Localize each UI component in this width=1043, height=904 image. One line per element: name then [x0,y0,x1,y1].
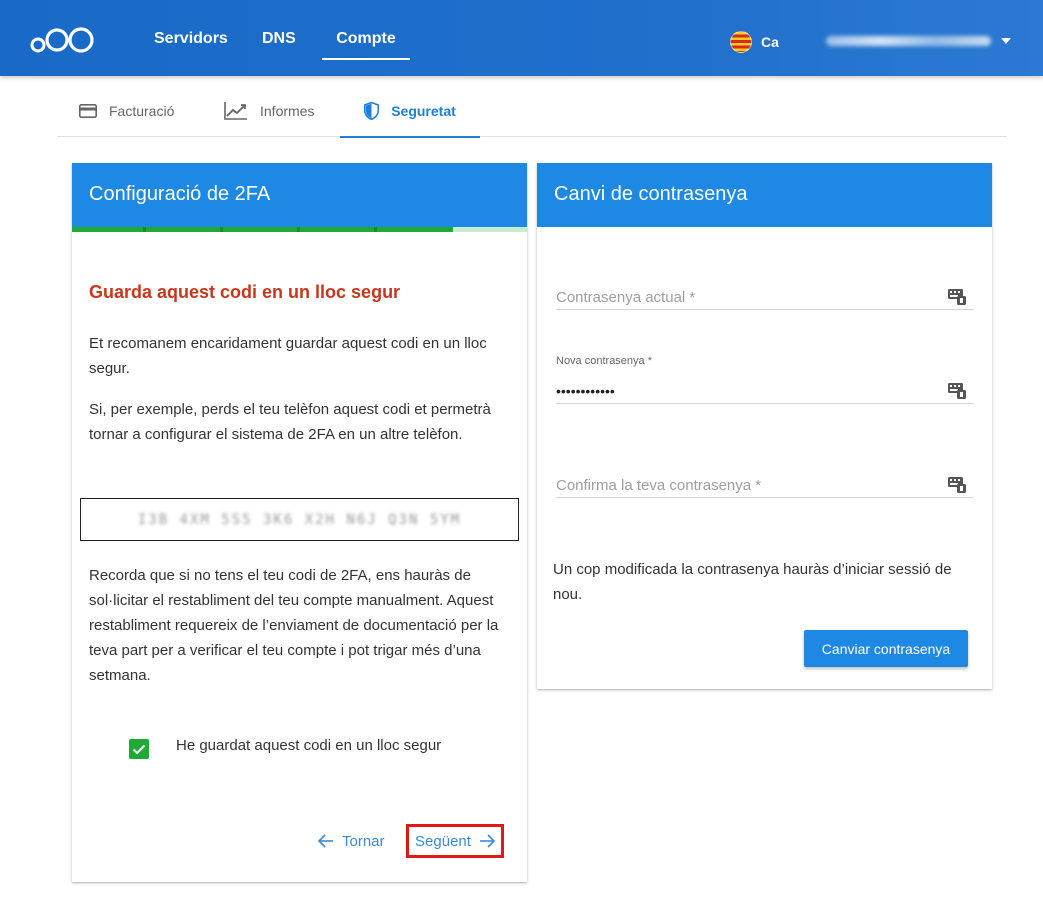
trending-chart-icon [224,101,247,120]
next-button[interactable]: Següent [406,824,504,858]
back-button[interactable]: Tornar [318,830,385,852]
tab-seguretat[interactable]: Seguretat [340,84,480,138]
new-password-field[interactable] [556,374,974,404]
language-label: Ca [761,34,779,50]
new-password-label: Nova contrasenya * [556,355,652,367]
current-password-field[interactable] [556,280,974,310]
twofa-progress-bar [72,227,527,232]
recommendation-text: Et recomanem encaridament guardar aquest… [89,335,487,377]
password-manager-icon[interactable] [948,383,966,399]
progress-step [146,227,220,232]
change-password-button[interactable]: Canviar contrasenya [804,630,968,667]
catalan-flag-icon [730,31,752,53]
saved-code-checkbox-row[interactable]: He guardat aquest codi en un lloc segur [129,736,442,759]
tab-informes[interactable]: Informes [224,84,314,137]
tab-seguretat-label: Seguretat [391,102,456,119]
password-card-title: Canvi de contrasenya [537,163,992,227]
progress-step [300,227,374,232]
back-button-label: Tornar [342,832,385,850]
checkmark-icon [132,744,146,754]
account-subtabs: Facturació Informes Seguretat [57,84,1007,138]
twofa-card: Configuració de 2FA Guarda aquest codi e… [72,163,527,882]
arrow-left-icon [318,834,333,848]
user-name-redacted [826,36,991,46]
tab-facturacio[interactable]: Facturació [79,84,174,137]
manual-reset-warning: Recorda que si no tens el teu codi de 2F… [89,567,499,684]
explanation-text: Si, per exemple, perds el teu telèfon aq… [89,401,491,443]
chevron-down-icon [1001,38,1011,44]
arrow-right-icon [479,834,495,848]
progress-step [223,227,297,232]
warning-title: Guarda aquest codi en un lloc segur [89,282,401,302]
current-password-input[interactable] [556,289,936,305]
shield-icon [364,101,380,120]
credit-card-icon [79,103,97,118]
nav-compte[interactable]: Compte [322,0,410,76]
next-button-label: Següent [415,832,471,850]
tab-facturacio-label: Facturació [109,102,175,119]
nav-servidors[interactable]: Servidors [154,0,228,76]
password-card: Canvi de contrasenya Nova contrasenya * [537,163,992,689]
user-menu[interactable] [826,32,1016,50]
language-selector[interactable]: Ca [730,31,779,53]
relogin-note: Un cop modificada la contrasenya hauràs … [553,561,952,603]
progress-step [377,227,453,232]
password-manager-icon[interactable] [948,289,966,305]
progress-step [72,227,143,232]
tab-informes-label: Informes [260,102,315,119]
saved-code-checkbox-label: He guardat aquest codi en un lloc segur [176,736,442,754]
password-manager-icon[interactable] [948,477,966,493]
confirm-password-input[interactable] [556,477,936,493]
top-navbar: Servidors DNS Compte Ca [0,0,1043,76]
recovery-code-redacted: I3B 4XM 5S5 3K6 X2H N6J Q3N 5YM [137,511,462,528]
new-password-input[interactable] [556,383,936,399]
twofa-card-title: Configuració de 2FA [72,163,527,227]
saved-code-checkbox[interactable] [129,739,149,759]
recovery-code-box: I3B 4XM 5S5 3K6 X2H N6J Q3N 5YM [80,498,519,541]
confirm-password-field[interactable] [556,468,974,498]
progress-remaining [453,227,527,232]
nav-dns[interactable]: DNS [262,0,296,76]
logo-icon[interactable] [30,22,98,56]
